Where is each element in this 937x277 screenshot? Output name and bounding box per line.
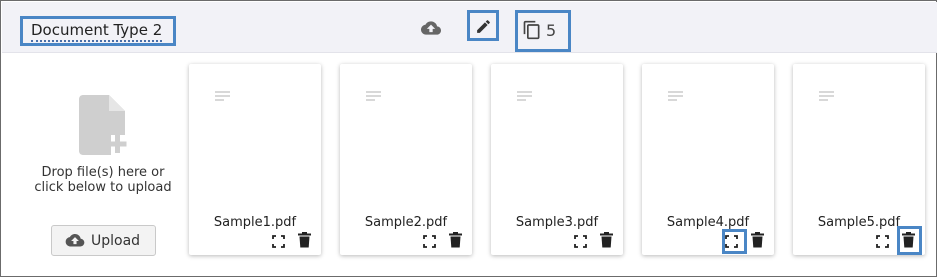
edit-button[interactable] bbox=[467, 10, 499, 41]
add-file-icon bbox=[79, 95, 131, 159]
title-highlight: Document Type 2 bbox=[20, 16, 176, 46]
document-lines-icon bbox=[215, 86, 231, 105]
fullscreen-icon[interactable] bbox=[272, 233, 286, 248]
page-count: 5 bbox=[546, 21, 557, 40]
document-filename: Sample3.pdf bbox=[515, 215, 599, 230]
fullscreen-icon[interactable] bbox=[876, 233, 890, 248]
dropzone-instructions: Drop file(s) here or click below to uplo… bbox=[34, 165, 172, 195]
document-lines-icon bbox=[517, 86, 533, 105]
cloud-upload-icon[interactable] bbox=[420, 18, 442, 38]
document-card[interactable]: Sample4.pdf bbox=[642, 64, 774, 255]
document-lines-icon bbox=[366, 86, 382, 105]
pencil-icon bbox=[477, 20, 490, 33]
document-type-title[interactable]: Document Type 2 bbox=[31, 21, 163, 42]
document-filename: Sample2.pdf bbox=[364, 215, 448, 230]
document-lines-icon bbox=[819, 86, 835, 105]
panel-header: Document Type 2 5 bbox=[2, 2, 937, 53]
document-filename: Sample4.pdf bbox=[666, 215, 750, 230]
document-lines-icon bbox=[668, 86, 684, 105]
document-card[interactable]: Sample1.pdf bbox=[189, 64, 321, 255]
delete-icon[interactable] bbox=[751, 232, 765, 248]
cloud-upload-icon bbox=[65, 234, 85, 247]
fullscreen-icon[interactable] bbox=[574, 233, 588, 248]
delete-icon[interactable] bbox=[600, 232, 614, 248]
document-type-panel: Document Type 2 5 Drop file(s) here or c… bbox=[0, 0, 937, 277]
copy-pages-icon bbox=[523, 20, 540, 40]
document-card[interactable]: Sample3.pdf bbox=[491, 64, 623, 255]
document-filename: Sample1.pdf bbox=[213, 215, 297, 230]
fullscreen-icon[interactable] bbox=[423, 233, 437, 248]
file-dropzone[interactable]: Drop file(s) here or click below to uplo… bbox=[33, 87, 173, 267]
page-count-indicator[interactable]: 5 bbox=[515, 10, 571, 52]
delete-icon[interactable] bbox=[449, 232, 463, 248]
upload-button-label: Upload bbox=[91, 233, 141, 249]
document-card[interactable]: Sample2.pdf bbox=[340, 64, 472, 255]
upload-button[interactable]: Upload bbox=[51, 225, 156, 256]
fullscreen-highlight bbox=[722, 229, 747, 254]
delete-icon[interactable] bbox=[298, 232, 312, 248]
delete-highlight bbox=[897, 226, 922, 255]
